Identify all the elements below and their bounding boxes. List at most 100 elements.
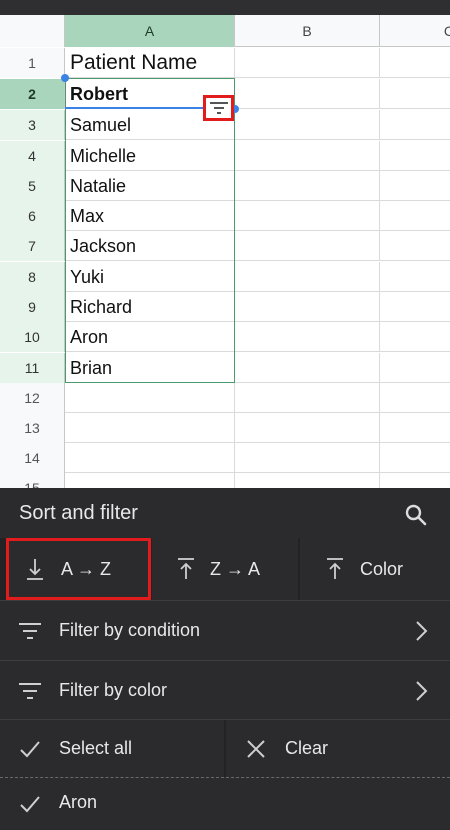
cell-b[interactable] [235, 48, 380, 78]
row-header[interactable]: 5 [0, 171, 65, 201]
spreadsheet-grid[interactable]: A B C 1 Patient Name 2 Robert 3 Samuel 4… [0, 15, 450, 488]
cell-c[interactable] [380, 141, 450, 171]
row-header[interactable]: 3 [0, 110, 65, 140]
cell-a[interactable] [65, 413, 235, 443]
sort-by-color-label: Color [360, 558, 404, 579]
row-header[interactable]: 8 [0, 262, 65, 292]
cell-c[interactable] [380, 292, 450, 322]
table-row: 9 Richard [0, 292, 450, 322]
cell-b[interactable] [235, 473, 380, 488]
cell-a[interactable] [65, 443, 235, 473]
sort-by-color-button[interactable]: Color [300, 538, 450, 600]
column-header-c[interactable]: C [380, 15, 450, 47]
cell-b[interactable] [235, 322, 380, 352]
cell-b[interactable] [235, 413, 380, 443]
cell-b[interactable] [235, 443, 380, 473]
row-header[interactable]: 13 [0, 413, 65, 443]
filter-icon [19, 623, 41, 639]
row-header[interactable]: 14 [0, 443, 65, 473]
cell-c[interactable] [380, 473, 450, 488]
table-row: 11 Brian [0, 353, 450, 383]
cell-c[interactable] [380, 48, 450, 78]
cell-b[interactable] [235, 201, 380, 231]
row-header[interactable]: 15 [0, 473, 65, 488]
row-header[interactable]: 6 [0, 201, 65, 231]
clear-button[interactable]: Clear [226, 720, 450, 778]
select-all-corner[interactable] [0, 15, 65, 47]
row-header[interactable]: 11 [0, 353, 65, 383]
cell-a[interactable]: Max [65, 201, 235, 231]
table-row: 8 Yuki [0, 262, 450, 292]
cell-c[interactable] [380, 171, 450, 201]
cell-c[interactable] [380, 443, 450, 473]
cell-b[interactable] [235, 262, 380, 292]
cell-b[interactable] [235, 231, 380, 261]
row-header[interactable]: 9 [0, 292, 65, 322]
row-header[interactable]: 12 [0, 383, 65, 413]
table-row: 10 Aron [0, 322, 450, 352]
cell-a[interactable]: Yuki [65, 262, 235, 292]
cell-a1[interactable]: Patient Name [65, 48, 235, 78]
cell-c[interactable] [380, 383, 450, 413]
panel-title: Sort and filter [19, 502, 138, 524]
row-header[interactable]: 2 [0, 79, 65, 109]
row-header[interactable]: 10 [0, 322, 65, 352]
sort-z-to-a-button[interactable]: Z → A [152, 538, 298, 600]
cell-a[interactable]: Michelle [65, 141, 235, 171]
column-header-b[interactable]: B [235, 15, 380, 47]
sort-a-to-z-button[interactable]: A → Z [6, 538, 151, 600]
cell-c[interactable] [380, 201, 450, 231]
cell-b[interactable] [235, 383, 380, 413]
cell-b[interactable] [235, 141, 380, 171]
search-button[interactable] [401, 500, 431, 530]
table-row: 4 Michelle [0, 141, 450, 171]
cell-a[interactable]: Brian [65, 353, 235, 383]
filter-by-condition-row[interactable]: Filter by condition [0, 600, 450, 659]
cell-b[interactable] [235, 292, 380, 322]
cell-c[interactable] [380, 231, 450, 261]
cell-c[interactable] [380, 353, 450, 383]
filter-by-condition-label: Filter by condition [59, 619, 201, 640]
filter-value-item[interactable]: Aron [0, 778, 450, 830]
cell-c[interactable] [380, 79, 450, 109]
cell-a[interactable]: Richard [65, 292, 235, 322]
cell-a[interactable]: Natalie [65, 171, 235, 201]
select-all-button[interactable]: Select all [0, 720, 224, 778]
sort-descending-icon [152, 557, 210, 581]
sort-a-to-z-label: A → Z [61, 558, 112, 579]
cell-a[interactable]: Aron [65, 322, 235, 352]
column-header-a[interactable]: A [65, 15, 235, 47]
row-header[interactable]: 7 [0, 231, 65, 261]
cell-c[interactable] [380, 110, 450, 140]
chevron-right-icon [416, 681, 428, 701]
selection-handle-top[interactable] [61, 74, 69, 82]
column-header-row: A B C [0, 15, 450, 47]
table-row: 13 [0, 413, 450, 443]
filter-button[interactable] [203, 95, 234, 121]
cell-b[interactable] [235, 79, 380, 109]
column-header-c-label: C [443, 23, 450, 39]
panel-header: Sort and filter [0, 488, 450, 538]
table-row: 12 [0, 383, 450, 413]
cell-c[interactable] [380, 413, 450, 443]
table-row: 5 Natalie [0, 171, 450, 201]
row-header[interactable]: 4 [0, 141, 65, 171]
cell-a[interactable]: Jackson [65, 231, 235, 261]
table-row: 14 [0, 443, 450, 473]
cell-a[interactable] [65, 383, 235, 413]
select-all-label: Select all [59, 738, 133, 758]
checkmark-icon [20, 741, 40, 758]
table-row: 7 Jackson [0, 231, 450, 261]
filter-by-color-row[interactable]: Filter by color [0, 660, 450, 719]
sort-filter-panel: Sort and filter A → Z Z → A Color Filter… [0, 488, 450, 830]
clear-label: Clear [285, 738, 329, 758]
table-row: 1 Patient Name [0, 48, 450, 78]
search-icon [405, 504, 427, 526]
cell-b[interactable] [235, 110, 380, 140]
cell-b[interactable] [235, 171, 380, 201]
cell-a[interactable] [65, 473, 235, 488]
row-header[interactable]: 1 [0, 48, 65, 78]
cell-c[interactable] [380, 322, 450, 352]
cell-b[interactable] [235, 353, 380, 383]
cell-c[interactable] [380, 262, 450, 292]
